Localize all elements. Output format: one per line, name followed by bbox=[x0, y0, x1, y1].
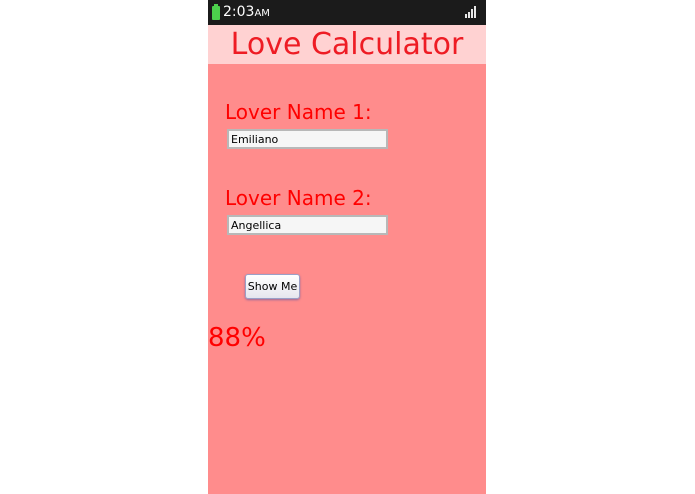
show-me-button[interactable]: Show Me bbox=[245, 274, 300, 299]
lover-name-2-input[interactable] bbox=[227, 215, 388, 235]
status-clock: 2:03AM bbox=[223, 3, 270, 23]
love-percentage-result: 88% bbox=[208, 323, 266, 353]
lover-name-1-label: Lover Name 1: bbox=[225, 100, 372, 124]
status-bar: 2:03AM bbox=[208, 0, 486, 25]
lover-name-2-label: Lover Name 2: bbox=[225, 186, 372, 210]
title-bar: Love Calculator bbox=[208, 25, 486, 64]
app-title: Love Calculator bbox=[230, 27, 464, 62]
signal-bars-icon bbox=[465, 6, 478, 18]
clock-time: 2:03 bbox=[223, 4, 255, 20]
battery-icon bbox=[212, 4, 220, 20]
lover-name-1-input[interactable] bbox=[227, 129, 388, 149]
clock-ampm: AM bbox=[254, 8, 270, 19]
phone-screen: 2:03AM Love Calculator Lover Name 1: Lov… bbox=[208, 0, 486, 494]
